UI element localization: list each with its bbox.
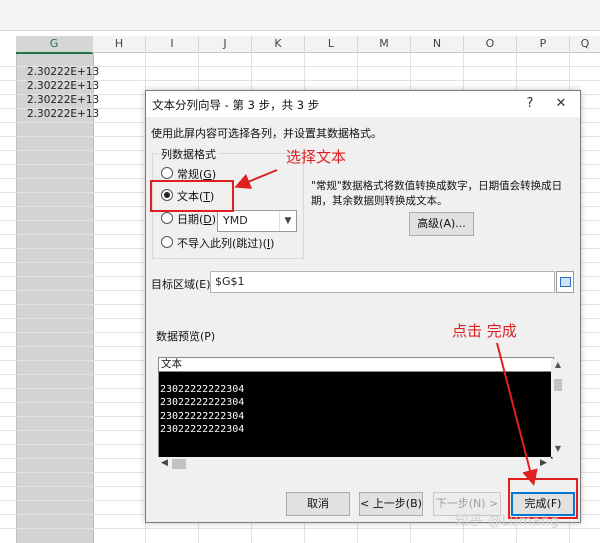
format-note: "常规"数据格式将数值转换成数字，日期值会转换成日期，其余数据则转换成文本。 xyxy=(311,180,563,207)
preview-row: 23022222222304 xyxy=(160,423,245,435)
column-header-j[interactable]: J xyxy=(199,36,252,53)
chevron-down-icon: ▼ xyxy=(279,211,296,231)
highlight-box-text-option xyxy=(150,180,234,212)
destination-label: 目标区域(E): xyxy=(151,278,215,291)
radio-general-indicator xyxy=(161,167,173,179)
date-format-value: YMD xyxy=(223,214,248,227)
column-header-n[interactable]: N xyxy=(411,36,464,53)
column-format-label: 列数据格式 xyxy=(159,146,218,162)
preview-row: 23022222222304 xyxy=(160,410,245,422)
preview-column-header[interactable]: 文本 xyxy=(158,357,554,372)
cancel-button[interactable]: 取消 xyxy=(286,492,350,516)
help-button[interactable]: ? xyxy=(519,94,541,114)
annotation-select-text: 选择文本 xyxy=(286,148,347,166)
horizontal-scroll-thumb[interactable] xyxy=(172,459,186,469)
ribbon-area xyxy=(0,0,600,31)
column-header-h[interactable]: H xyxy=(93,36,146,53)
scroll-right-icon[interactable]: ▶ xyxy=(540,458,547,468)
dialog-titlebar[interactable]: 文本分列向导 - 第 3 步，共 3 步 ? ✕ xyxy=(146,91,580,117)
preview-vertical-scrollbar[interactable]: ▲ ▼ xyxy=(551,359,565,457)
radio-skip-label: 不导入此列(跳过)(I) xyxy=(177,237,275,250)
cell-g4[interactable]: 2.30222E+13 xyxy=(27,107,99,121)
column-header-k[interactable]: K xyxy=(252,36,305,53)
destination-value: $G$1 xyxy=(215,275,245,288)
radio-date-label: 日期(D): xyxy=(177,213,220,226)
close-button[interactable]: ✕ xyxy=(550,94,572,114)
column-header-q[interactable]: Q xyxy=(570,36,600,53)
column-header-p[interactable]: P xyxy=(517,36,570,53)
scroll-left-icon[interactable]: ◀ xyxy=(161,458,168,468)
radio-date[interactable]: 日期(D): xyxy=(161,212,220,228)
watermark: 知乎 @Lumang xyxy=(455,513,560,529)
column-header-o[interactable]: O xyxy=(464,36,517,53)
date-format-select[interactable]: YMD ▼ xyxy=(217,210,297,232)
dialog-description: 使用此屏内容可选择各列，并设置其数据格式。 xyxy=(151,127,382,140)
advanced-button[interactable]: 高级(A)... xyxy=(409,212,474,236)
column-header-l[interactable]: L xyxy=(305,36,358,53)
preview-label: 数据预览(P) xyxy=(156,330,216,343)
preview-row: 23022222222304 xyxy=(160,384,245,395)
scroll-up-icon[interactable]: ▲ xyxy=(551,360,565,369)
radio-skip[interactable]: 不导入此列(跳过)(I) xyxy=(161,236,274,252)
radio-skip-indicator xyxy=(161,236,173,248)
cell-g2[interactable]: 2.30222E+13 xyxy=(27,79,99,93)
text-to-columns-dialog: 文本分列向导 - 第 3 步，共 3 步 ? ✕ 使用此屏内容可选择各列，并设置… xyxy=(145,90,581,523)
vertical-scroll-thumb[interactable] xyxy=(554,379,562,391)
destination-input[interactable]: $G$1 xyxy=(210,271,555,293)
dialog-title: 文本分列向导 - 第 3 步，共 3 步 xyxy=(152,98,320,112)
annotation-click-finish: 点击 完成 xyxy=(452,322,517,340)
selected-column-g[interactable] xyxy=(16,52,94,543)
scroll-down-icon[interactable]: ▼ xyxy=(551,444,565,453)
preview-horizontal-scrollbar[interactable]: ◀ ▶ xyxy=(158,457,551,471)
back-button[interactable]: < 上一步(B) xyxy=(359,492,423,516)
range-picker-icon[interactable] xyxy=(556,271,574,293)
cell-g3[interactable]: 2.30222E+13 xyxy=(27,93,99,107)
preview-row: 23022222222304 xyxy=(160,397,245,409)
column-header-g[interactable]: G xyxy=(16,36,93,54)
cell-g1[interactable]: 2.30222E+13 xyxy=(27,65,99,79)
column-header-i[interactable]: I xyxy=(146,36,199,53)
radio-date-indicator xyxy=(161,212,173,224)
preview-rows: 23022222222304 23022222222304 2302222222… xyxy=(160,383,244,436)
column-header-m[interactable]: M xyxy=(358,36,411,53)
